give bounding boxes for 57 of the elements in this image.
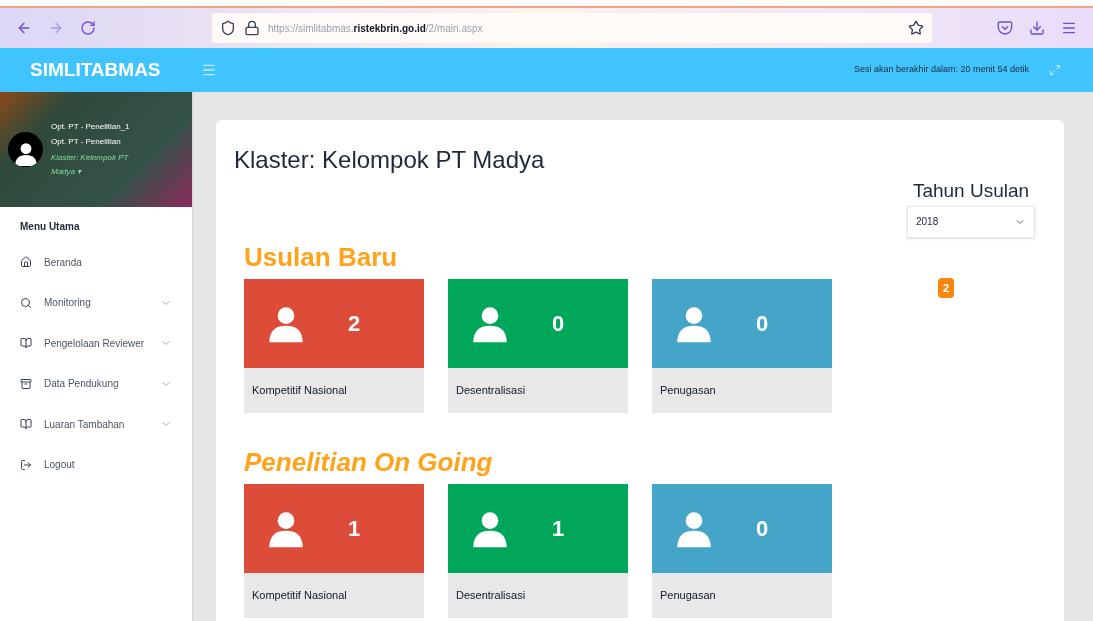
menu-item-icon: [20, 418, 32, 431]
menu-item-icon: [20, 458, 32, 471]
menu-item-label: Monitoring: [44, 296, 91, 311]
menu-item[interactable]: Logout: [0, 444, 192, 485]
reload-icon[interactable]: [80, 20, 96, 36]
stat-card[interactable]: 1 Kompetitif Nasional: [244, 484, 424, 618]
shield-icon: [220, 20, 236, 36]
profile-role: Opt. PT - Penelitian_1: [51, 120, 131, 133]
stat-count: 0: [552, 310, 565, 338]
stat-label: Desentralisasi: [455, 383, 527, 399]
stat-count: 0: [756, 310, 769, 338]
menu-item-label: Luaran Tambahan: [44, 417, 125, 432]
stat-count: 2: [348, 310, 361, 338]
stat-label: Penugasan: [659, 383, 717, 399]
menu-heading: Menu Utama: [19, 220, 81, 234]
menu-item[interactable]: Data Pendukung: [0, 363, 192, 404]
stat-count: 0: [756, 515, 769, 543]
menu-item-icon: [20, 256, 32, 269]
stat-card[interactable]: 0 Penugasan: [652, 279, 832, 413]
download-icon[interactable]: [1029, 20, 1045, 36]
menu-item-label: Logout: [44, 458, 75, 473]
stat-card[interactable]: 1 Desentralisasi: [448, 484, 628, 618]
stat-label: Kompetitif Nasional: [251, 383, 348, 399]
year-select[interactable]: 2018: [907, 205, 1035, 238]
year-label: Tahun Usulan: [912, 179, 1030, 203]
page-title: Klaster: Kelompok PT Madya: [234, 145, 546, 175]
section-title: Penelitian On Going: [244, 446, 494, 479]
menu-item-icon: [20, 377, 32, 390]
stat-label: Desentralisasi: [455, 588, 527, 604]
menu-item-icon: [20, 296, 32, 309]
menu-item-label: Beranda: [44, 255, 82, 270]
menu-icon[interactable]: [1061, 20, 1077, 36]
menu-item[interactable]: Monitoring: [0, 282, 192, 323]
menu-item-label: Data Pendukung: [44, 377, 119, 392]
stat-card[interactable]: 0 Penugasan: [652, 484, 832, 618]
stat-label: Kompetitif Nasional: [251, 588, 348, 604]
menu-item[interactable]: Pengelolaan Reviewer: [0, 323, 192, 364]
menu-item[interactable]: Luaran Tambahan: [0, 404, 192, 445]
session-timer: Sesi akan berakhir dalam: 20 menit 54 detik: [853, 63, 1029, 77]
menu-item-icon: [20, 337, 32, 350]
bookmark-star-icon[interactable]: [908, 20, 924, 36]
stat-label: Penugasan: [659, 588, 717, 604]
menu-item[interactable]: Beranda: [0, 242, 192, 283]
address-bar[interactable]: https://simlitabmas.ristekbrin.go.id/2/main.aspx: [212, 13, 932, 43]
stat-card[interactable]: 0 Desentralisasi: [448, 279, 628, 413]
section-title: Usulan Baru: [244, 241, 399, 274]
back-icon[interactable]: [16, 20, 32, 36]
pocket-icon[interactable]: [997, 20, 1013, 36]
profile-role: Opt. PT - Penelitian: [51, 135, 122, 148]
count-badge: 2: [937, 277, 955, 298]
profile-cluster[interactable]: Klaster: Kelompok PT Madya ▾: [51, 150, 141, 179]
stat-count: 1: [552, 515, 565, 543]
stat-card[interactable]: 2 Kompetitif Nasional: [244, 279, 424, 413]
lock-icon: [244, 20, 260, 36]
stat-count: 1: [348, 515, 361, 543]
url-text: https://simlitabmas.ristekbrin.go.id/2/main.aspx: [268, 21, 483, 36]
menu-item-label: Pengelolaan Reviewer: [44, 336, 145, 351]
